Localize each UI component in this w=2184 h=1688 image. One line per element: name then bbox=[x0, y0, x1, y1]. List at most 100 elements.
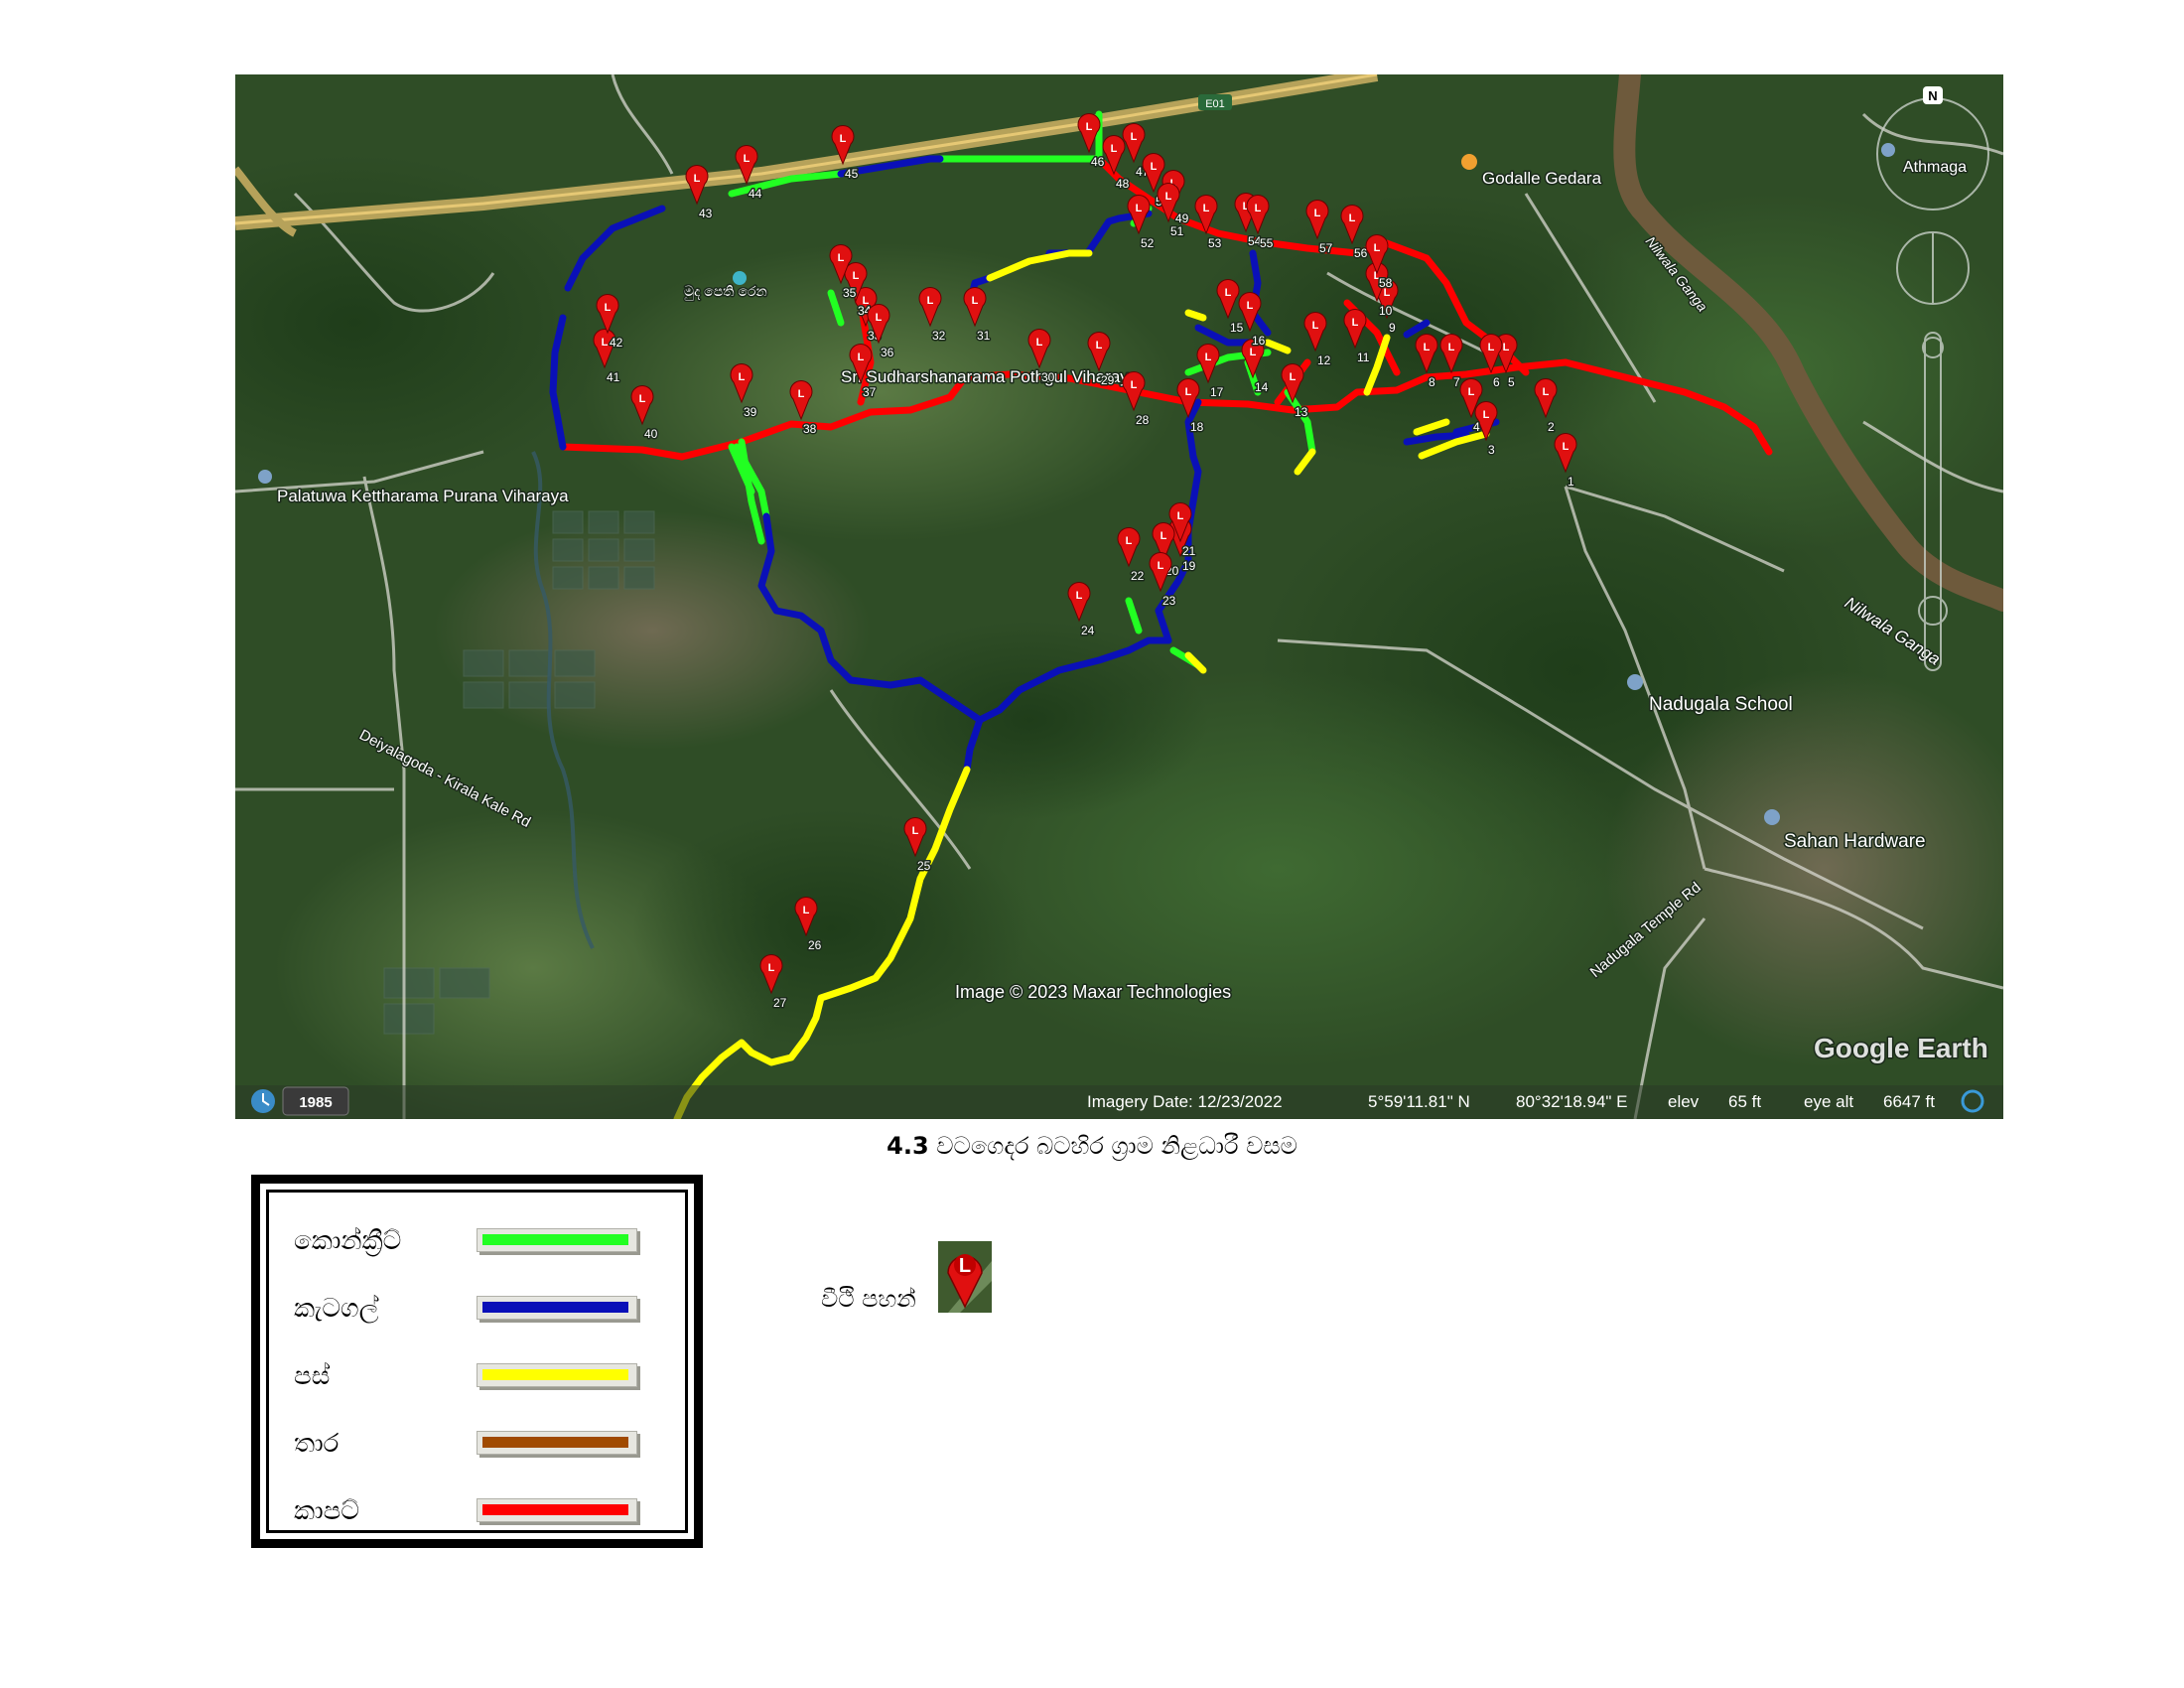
pin-letter: L bbox=[1247, 300, 1254, 312]
place-label: මුද පෙති රෙන bbox=[684, 283, 767, 301]
imagery-date: Imagery Date: 12/23/2022 bbox=[1087, 1092, 1283, 1111]
pin-number: 11 bbox=[1357, 351, 1370, 364]
pin-number: 6 bbox=[1493, 375, 1500, 389]
pin-letter: L bbox=[838, 252, 845, 264]
pin-letter: L bbox=[1290, 371, 1297, 383]
pin-number: 31 bbox=[977, 329, 991, 343]
pin-number: 41 bbox=[607, 370, 620, 384]
place-label: Sahan Hardware bbox=[1784, 831, 1926, 852]
pin-number: 29 bbox=[1101, 373, 1115, 387]
place-label: Athmaga bbox=[1903, 159, 1967, 176]
pin-letter: L bbox=[1349, 212, 1356, 224]
legend-item-tar: තාර bbox=[294, 1425, 671, 1465]
pin-letter: L bbox=[1036, 337, 1043, 349]
place-marker-temple-main[interactable]: Sri Sudharshanarama Pothgul Viharaya bbox=[840, 366, 1141, 388]
figure-number: 4.3 bbox=[887, 1132, 929, 1160]
pin-letter: L bbox=[1543, 386, 1550, 398]
pin-number: 19 bbox=[1182, 559, 1196, 573]
pin-number: 30 bbox=[1041, 370, 1055, 384]
pin-number: 53 bbox=[1208, 236, 1222, 250]
pin-letter: L bbox=[876, 312, 883, 324]
pin-number: 42 bbox=[610, 336, 623, 350]
pin-letter: L bbox=[1503, 342, 1510, 353]
compass-north-icon[interactable]: N bbox=[1923, 86, 1943, 104]
pin-number: 25 bbox=[917, 859, 931, 873]
legend-item-cabook: කැටගල් bbox=[294, 1290, 671, 1330]
pin-letter: L bbox=[1131, 131, 1138, 143]
road-surface-legend: කොන්ක්‍රීට් කැටගල් පස් තාර කාපට් bbox=[251, 1175, 703, 1548]
pin-letter: L bbox=[1165, 191, 1172, 203]
pin-number: 10 bbox=[1379, 304, 1393, 318]
compass-label: N bbox=[1928, 88, 1937, 103]
pin-number: 13 bbox=[1295, 405, 1308, 419]
pin-letter: L bbox=[1126, 535, 1133, 547]
pin-letter: L bbox=[739, 371, 746, 383]
longitude-readout: 80°32'18.94" E bbox=[1516, 1092, 1628, 1111]
legend-frame: කොන්ක්‍රීට් කැටගල් පස් තාර කාපට් bbox=[266, 1190, 688, 1533]
imagery-attribution: Image © 2023 Maxar Technologies bbox=[955, 982, 1231, 1002]
pin-number: 36 bbox=[881, 346, 894, 359]
pin-letter: L bbox=[1203, 203, 1210, 214]
pin-number: 18 bbox=[1190, 420, 1204, 434]
pin-number: 24 bbox=[1081, 624, 1095, 637]
pin-letter: L bbox=[1136, 203, 1143, 214]
street-lamp-pin-icon: L bbox=[938, 1241, 992, 1313]
pin-number: 58 bbox=[1379, 276, 1393, 290]
legend-swatch bbox=[477, 1431, 637, 1455]
figure-caption: 4.3 වටගෙදර බටහිර ග්‍රාම නිළධාරී වසම bbox=[0, 1132, 2184, 1160]
pin-letter: L bbox=[1314, 208, 1321, 219]
pin-number: 46 bbox=[1091, 155, 1105, 169]
pin-letter: L bbox=[744, 153, 751, 165]
pin-letter: L bbox=[1352, 317, 1359, 329]
pin-number: 8 bbox=[1429, 375, 1435, 389]
pin-letter: L bbox=[639, 393, 646, 405]
latitude-readout: 5°59'11.81" N bbox=[1368, 1092, 1470, 1111]
pin-letter: L bbox=[1131, 379, 1138, 391]
pin-number: 56 bbox=[1354, 246, 1368, 260]
legend-swatch bbox=[477, 1498, 637, 1522]
history-imagery-button[interactable]: 1985 bbox=[251, 1086, 349, 1116]
pin-letter: L bbox=[803, 905, 810, 916]
pin-letter: L bbox=[798, 388, 805, 400]
pin-number: 28 bbox=[1136, 413, 1150, 427]
eye-alt-value: 6647 ft bbox=[1883, 1092, 1935, 1111]
pin-letter: L bbox=[1424, 342, 1431, 353]
legend-swatch bbox=[477, 1228, 637, 1252]
swatch-concrete bbox=[482, 1234, 628, 1245]
legend-item-gravel: පස් bbox=[294, 1357, 671, 1397]
pin-letter: L bbox=[1185, 386, 1192, 398]
swatch-tar bbox=[482, 1437, 628, 1448]
pin-letter: L bbox=[1250, 347, 1257, 358]
pin-letter: L bbox=[927, 295, 934, 307]
pin-letter: L bbox=[694, 173, 701, 185]
pin-number: 35 bbox=[843, 286, 857, 300]
pin-letter: L bbox=[959, 1255, 971, 1277]
swatch-carpet bbox=[482, 1504, 628, 1515]
pin-letter: L bbox=[1177, 510, 1184, 522]
legend-swatch bbox=[477, 1363, 637, 1387]
pin-number: 22 bbox=[1131, 569, 1145, 583]
satellite-map[interactable]: E01 Godalle Gedara Athmaga Nilwala Ganga… bbox=[235, 74, 2003, 1119]
pin-number: 21 bbox=[1182, 544, 1196, 558]
pin-number: 7 bbox=[1453, 375, 1460, 389]
pin-letter: L bbox=[1468, 386, 1475, 398]
legend-label: කාපට් bbox=[294, 1496, 359, 1526]
pin-number: 15 bbox=[1230, 321, 1244, 335]
eye-alt-label: eye alt bbox=[1804, 1092, 1853, 1111]
google-earth-logo: Google Earth bbox=[1814, 1033, 1988, 1063]
legend-label: කැටගල් bbox=[294, 1294, 379, 1324]
pin-number: 40 bbox=[644, 427, 658, 441]
pin-number: 27 bbox=[773, 996, 787, 1010]
pin-number: 57 bbox=[1319, 241, 1333, 255]
pin-number: 23 bbox=[1162, 594, 1176, 608]
pin-number: 39 bbox=[744, 405, 757, 419]
pin-number: 14 bbox=[1255, 380, 1269, 394]
pin-letter: L bbox=[1312, 320, 1319, 332]
pin-number: 5 bbox=[1508, 375, 1515, 389]
pin-letter: L bbox=[1096, 340, 1103, 352]
place-label: Palatuwa Kettharama Purana Viharaya bbox=[277, 487, 569, 505]
pin-number: 49 bbox=[1175, 211, 1189, 225]
pin-letter: L bbox=[1205, 352, 1212, 363]
pin-number: 37 bbox=[863, 385, 877, 399]
street-lamp-label: වීථි පහන් bbox=[821, 1285, 916, 1313]
